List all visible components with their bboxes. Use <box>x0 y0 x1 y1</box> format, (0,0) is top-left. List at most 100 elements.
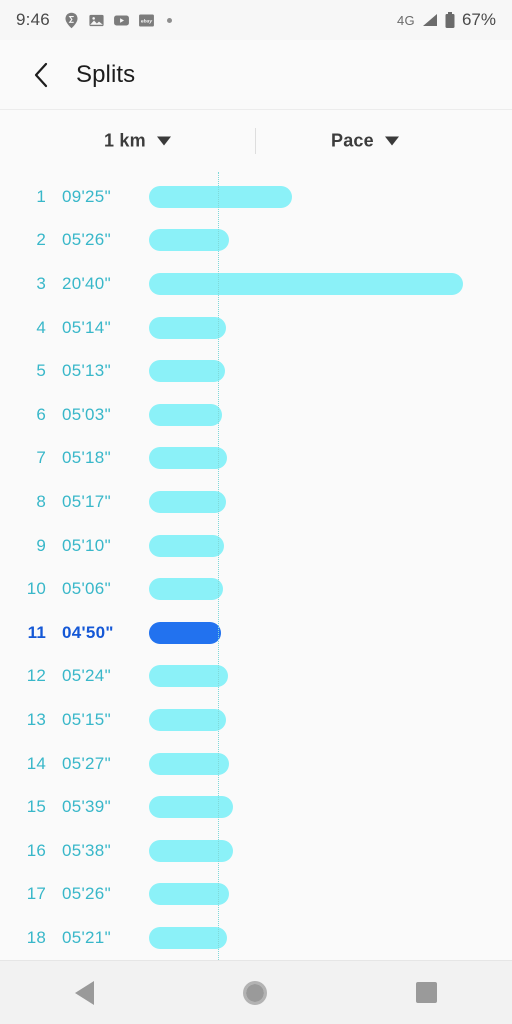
status-right-cluster: 4G 67% <box>397 10 496 30</box>
split-bar <box>149 665 228 688</box>
distance-filter-label: 1 km <box>104 130 146 151</box>
split-bar <box>149 534 224 557</box>
split-index: 4 <box>36 317 46 337</box>
split-bar-track <box>149 708 512 731</box>
split-bar <box>149 839 233 862</box>
table-row[interactable]: 8 05'17" <box>0 480 512 524</box>
split-bar-track <box>149 185 512 208</box>
table-row[interactable]: 14 05'27" <box>0 742 512 786</box>
split-bar <box>149 883 229 906</box>
square-recents-icon[interactable] <box>416 982 438 1003</box>
table-row[interactable]: 13 05'15" <box>0 698 512 742</box>
split-index: 8 <box>36 491 46 511</box>
filter-divider <box>255 128 256 154</box>
split-bar <box>149 926 227 949</box>
split-pace-value: 05'18" <box>62 448 111 468</box>
youtube-icon <box>113 15 129 25</box>
split-bar-track <box>149 447 512 470</box>
chevron-down-icon <box>384 136 399 146</box>
table-row[interactable]: 9 05'10" <box>0 524 512 568</box>
filter-bar: 1 km Pace <box>0 110 512 172</box>
split-index: 10 <box>26 579 46 599</box>
split-bar <box>149 185 292 208</box>
split-bar <box>149 578 223 601</box>
split-index: 13 <box>26 709 46 729</box>
split-index: 14 <box>26 753 46 773</box>
split-bar <box>149 229 229 252</box>
photo-icon <box>89 14 104 26</box>
average-reference-line <box>218 172 219 960</box>
split-bar <box>149 708 226 731</box>
ebay-icon: ebay <box>138 13 154 27</box>
split-pace-value: 05'21" <box>62 927 111 947</box>
split-bar-track <box>149 839 512 862</box>
split-pace-value: 05'10" <box>62 535 111 555</box>
table-row[interactable]: 7 05'18" <box>0 437 512 481</box>
table-row[interactable]: 18 05'21" <box>0 916 512 960</box>
split-pace-value: 05'38" <box>62 840 111 860</box>
split-index: 12 <box>26 666 46 686</box>
signal-icon <box>422 14 437 26</box>
metric-filter-dropdown[interactable]: Pace <box>331 131 399 152</box>
split-pace-value: 05'27" <box>62 753 111 773</box>
split-bar <box>149 796 233 819</box>
triangle-back-icon[interactable] <box>74 980 94 1005</box>
table-row[interactable]: 10 05'06" <box>0 567 512 611</box>
split-pace-value: 05'15" <box>62 709 111 729</box>
battery-percent-label: 67% <box>461 10 496 29</box>
android-nav-bar <box>0 960 512 1024</box>
table-row[interactable]: 2 05'26" <box>0 219 512 263</box>
table-row[interactable]: 15 05'39" <box>0 785 512 829</box>
split-bar <box>149 316 226 339</box>
split-bar-track <box>149 534 512 557</box>
split-pace-value: 05'26" <box>62 884 111 904</box>
split-bar <box>149 621 221 644</box>
splits-chart-list[interactable]: 1 09'25" 2 05'26" 3 20'40" 4 05'14" 5 05'13" 6 05'0… <box>0 172 512 960</box>
split-bar-track <box>149 621 512 644</box>
phone-screen: 9:46 ebay 4G 67% Splits 1 km Pace 1 09'2… <box>0 0 512 1024</box>
split-pace-value: 05'24" <box>62 666 111 686</box>
split-pace-value: 05'26" <box>62 230 111 250</box>
split-index: 1 <box>36 186 46 206</box>
split-index: 9 <box>36 535 46 555</box>
split-bar <box>149 490 226 513</box>
distance-filter-dropdown[interactable]: 1 km <box>104 131 171 152</box>
table-row[interactable]: 1 09'25" <box>0 175 512 219</box>
table-row[interactable]: 17 05'26" <box>0 873 512 917</box>
split-index: 11 <box>27 622 46 642</box>
split-bar-track <box>149 665 512 688</box>
split-index: 2 <box>36 230 46 250</box>
battery-icon <box>445 11 455 28</box>
circle-home-icon[interactable] <box>242 980 267 1005</box>
table-row[interactable]: 5 05'13" <box>0 349 512 393</box>
table-row[interactable]: 6 05'03" <box>0 393 512 437</box>
split-pace-value: 20'40" <box>62 273 111 293</box>
split-index: 5 <box>36 361 46 381</box>
table-row[interactable]: 16 05'38" <box>0 829 512 873</box>
split-pace-value: 09'25" <box>62 186 111 206</box>
page-title: Splits <box>76 60 136 88</box>
split-bar <box>149 447 227 470</box>
split-bar-track <box>149 796 512 819</box>
table-row[interactable]: 12 05'24" <box>0 655 512 699</box>
status-time: 9:46 <box>16 10 50 29</box>
table-row[interactable]: 11 04'50" <box>0 611 512 655</box>
split-bar-track <box>149 883 512 906</box>
back-button[interactable] <box>26 60 56 90</box>
status-bar: 9:46 ebay 4G 67% <box>0 0 512 40</box>
chevron-down-icon <box>156 136 171 146</box>
svg-text:ebay: ebay <box>141 18 153 24</box>
table-row[interactable]: 3 20'40" <box>0 262 512 306</box>
split-bar-track <box>149 316 512 339</box>
table-row[interactable]: 4 05'14" <box>0 306 512 350</box>
split-bar <box>149 752 229 775</box>
split-bar <box>149 360 225 383</box>
split-index: 17 <box>26 884 46 904</box>
split-bar-track <box>149 490 512 513</box>
split-pace-value: 05'13" <box>62 361 111 381</box>
split-pace-value: 04'50" <box>62 622 114 642</box>
split-index: 3 <box>36 273 46 293</box>
split-bar <box>149 272 463 295</box>
split-bar-track <box>149 403 512 426</box>
split-bar <box>149 403 222 426</box>
